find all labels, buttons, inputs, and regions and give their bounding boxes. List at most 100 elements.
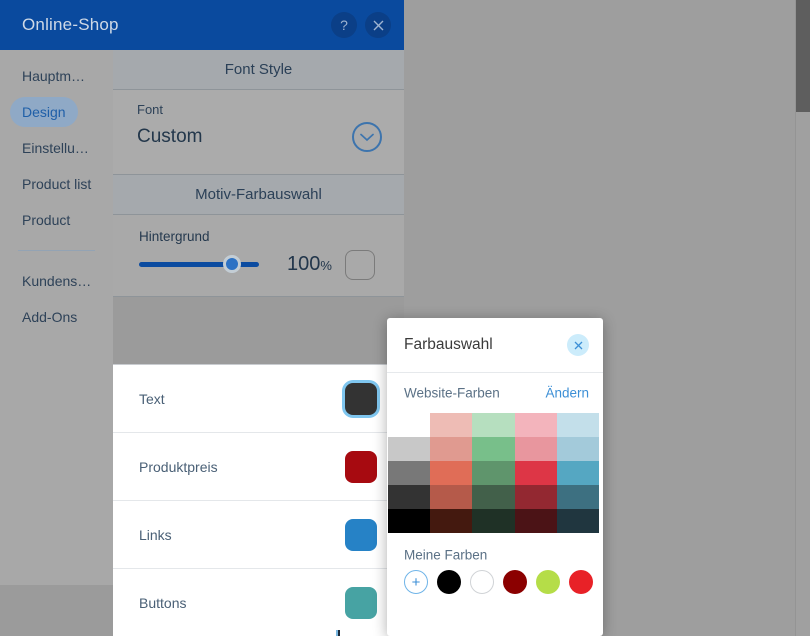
color-swatch-text[interactable] (345, 382, 377, 415)
palette-cell-3-0[interactable] (388, 485, 431, 509)
sidebar-item-label: Design (22, 104, 66, 120)
palette-cell-0-2[interactable] (472, 413, 515, 437)
table-row[interactable]: Buttons (113, 569, 404, 636)
page-scrollbar-thumb[interactable] (796, 0, 810, 112)
palette-cell-2-4[interactable] (556, 461, 599, 485)
question-mark-icon: ? (340, 17, 348, 33)
opacity-number: 100 (287, 253, 321, 275)
color-row-label: Buttons (139, 594, 187, 611)
color-swatch-produktpreis[interactable] (345, 450, 377, 483)
palette-cell-1-2[interactable] (472, 437, 515, 461)
plus-icon: + (411, 573, 421, 591)
color-settings-list: Text Produktpreis Links Buttons (113, 364, 404, 636)
sidebar-item-label: Product (22, 212, 71, 228)
palette-cell-1-0[interactable] (388, 437, 431, 461)
website-colors-label: Website-Farben (404, 385, 500, 401)
palette-cell-0-1[interactable] (430, 413, 473, 437)
palette-cell-2-3[interactable] (514, 461, 557, 485)
drag-guide-line (338, 630, 340, 636)
font-style-section-header: Font Style (113, 50, 404, 90)
table-row[interactable]: Produktpreis (113, 433, 404, 501)
sidebar-item-label: Product list (22, 176, 92, 192)
theme-color-section-header: Motiv-Farbauswahl (113, 175, 404, 215)
opacity-unit: % (320, 258, 332, 273)
palette-cell-2-2[interactable] (472, 461, 515, 485)
palette-cell-1-1[interactable] (430, 437, 473, 461)
drag-guide-line-highlight (336, 630, 338, 636)
website-color-grid (388, 413, 599, 533)
color-picker-popover: Farbauswahl Website-Farben Ändern Meine … (387, 318, 603, 636)
sidebar-item-label: Hauptm… (22, 68, 86, 84)
dialog-titlebar: Online-Shop ? (0, 0, 404, 50)
background-color-swatch[interactable] (345, 250, 375, 280)
help-button[interactable]: ? (331, 12, 357, 38)
close-icon (373, 20, 383, 30)
settings-panel: Font Style Font Custom Motiv-Farbauswahl (113, 50, 404, 297)
palette-cell-4-3[interactable] (514, 509, 557, 533)
sidebar-item-label: Add-Ons (22, 309, 78, 325)
my-color-dot-3[interactable] (536, 570, 560, 594)
sidebar-divider (18, 250, 95, 251)
color-row-label: Links (139, 526, 172, 543)
my-color-dot-1[interactable] (470, 570, 494, 594)
my-color-dot-0[interactable] (437, 570, 461, 594)
popover-close-button[interactable] (567, 334, 589, 356)
color-swatch-buttons[interactable] (345, 586, 377, 619)
add-color-button[interactable]: + (404, 570, 428, 594)
close-icon (574, 341, 582, 349)
close-button[interactable] (365, 12, 391, 38)
palette-cell-3-4[interactable] (556, 485, 599, 509)
popover-header: Farbauswahl (387, 318, 603, 373)
palette-cell-4-2[interactable] (472, 509, 515, 533)
palette-cell-0-3[interactable] (514, 413, 557, 437)
window-title: Online-Shop (22, 15, 119, 34)
opacity-value: 100% (287, 253, 332, 276)
sidebar-item-einstellungen[interactable]: Einstellu… (0, 130, 113, 166)
palette-cell-1-4[interactable] (556, 437, 599, 461)
opacity-slider-track[interactable] (139, 262, 259, 267)
color-row-label: Text (139, 390, 165, 407)
palette-cell-1-3[interactable] (514, 437, 557, 461)
background-opacity-row: Hintergrund 100% (113, 215, 404, 297)
palette-cell-0-0[interactable] (388, 413, 431, 437)
sidebar-item-label: Kundens… (22, 273, 92, 289)
color-swatch-links[interactable] (345, 518, 377, 551)
table-row[interactable]: Text (113, 365, 404, 433)
table-row[interactable]: Links (113, 501, 404, 569)
font-field-row[interactable]: Font Custom (113, 90, 404, 175)
font-field-value: Custom (137, 126, 203, 147)
my-colors-label: Meine Farben (404, 547, 488, 563)
palette-cell-4-4[interactable] (556, 509, 599, 533)
palette-cell-2-0[interactable] (388, 461, 431, 485)
background-label: Hintergrund (139, 229, 210, 244)
page-scrollbar[interactable] (795, 0, 810, 636)
website-colors-header: Website-Farben Ändern (387, 373, 603, 413)
palette-cell-3-3[interactable] (514, 485, 557, 509)
color-row-label: Produktpreis (139, 458, 218, 475)
change-colors-link[interactable]: Ändern (545, 386, 589, 401)
font-style-header-label: Font Style (224, 61, 293, 78)
sidebar-item-product[interactable]: Product (0, 202, 113, 238)
sidebar-item-product-list[interactable]: Product list (0, 166, 113, 202)
palette-cell-4-0[interactable] (388, 509, 431, 533)
theme-color-header-label: Motiv-Farbauswahl (195, 186, 322, 203)
palette-cell-4-1[interactable] (430, 509, 473, 533)
palette-cell-3-2[interactable] (472, 485, 515, 509)
font-dropdown-button[interactable] (352, 122, 382, 152)
online-shop-dialog: Online-Shop ? Hauptm… Design Einstellu… … (0, 0, 404, 636)
sidebar-item-label: Einstellu… (22, 140, 89, 156)
sidebar-item-kundenservice[interactable]: Kundens… (0, 263, 113, 299)
sidebar-item-hauptmenu[interactable]: Hauptm… (0, 58, 113, 94)
sidebar-item-add-ons[interactable]: Add-Ons (0, 299, 113, 335)
palette-cell-2-1[interactable] (430, 461, 473, 485)
font-field-label: Font (137, 102, 164, 117)
chevron-down-icon (360, 133, 374, 141)
opacity-slider-thumb[interactable] (223, 255, 241, 273)
sidebar-item-design[interactable]: Design (0, 94, 113, 130)
my-color-dot-4[interactable] (569, 570, 593, 594)
popover-title: Farbauswahl (404, 336, 493, 353)
palette-cell-0-4[interactable] (556, 413, 599, 437)
palette-cell-3-1[interactable] (430, 485, 473, 509)
my-color-dot-2[interactable] (503, 570, 527, 594)
my-colors-row: + (404, 570, 593, 594)
